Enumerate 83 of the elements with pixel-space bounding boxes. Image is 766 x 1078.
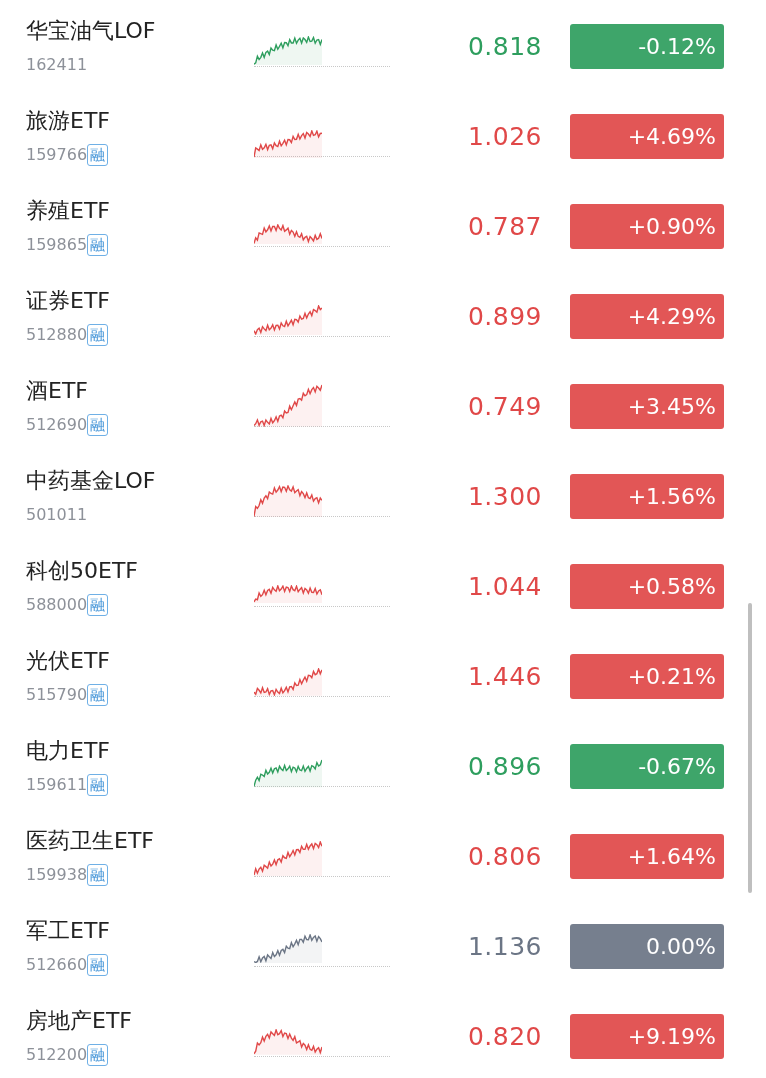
margin-tag: 融: [87, 954, 109, 976]
fund-name: 旅游ETF: [26, 107, 111, 135]
price-text: 1.026: [466, 122, 542, 151]
change-tag: +4.29%: [570, 294, 724, 339]
fund-name: 医药卫生ETF: [26, 827, 155, 855]
fund-code: 588000: [26, 594, 88, 616]
fund-row[interactable]: 中药基金LOF 501011 1.300 +1.56%: [0, 450, 766, 540]
sparkline-chart: [254, 484, 322, 518]
fund-name: 光伏ETF: [26, 647, 111, 675]
fund-name: 证券ETF: [26, 287, 111, 315]
fund-code: 501011: [26, 504, 88, 526]
fund-row[interactable]: 证券ETF 512880 融 0.899 +4.29%: [0, 270, 766, 360]
price-text: 1.446: [466, 662, 542, 691]
change-tag: -0.12%: [570, 24, 724, 69]
sparkline-chart: [254, 841, 322, 877]
fund-code: 159766: [26, 144, 88, 166]
sparkline-chart: [254, 1028, 322, 1055]
sparkline-chart: [254, 933, 322, 964]
sparkline-chart: [254, 305, 322, 336]
fund-row[interactable]: 医药卫生ETF 159938 融 0.806 +1.64%: [0, 810, 766, 900]
price-text: 0.787: [466, 212, 542, 241]
fund-code: 512200: [26, 1044, 88, 1066]
fund-name: 房地产ETF: [26, 1007, 133, 1035]
fund-code: 162411: [26, 54, 88, 76]
change-tag: +4.69%: [570, 114, 724, 159]
fund-row[interactable]: 军工ETF 512660 融 1.136 0.00%: [0, 900, 766, 990]
change-tag: +0.90%: [570, 204, 724, 249]
change-tag: -0.67%: [570, 744, 724, 789]
margin-tag: 融: [87, 864, 109, 886]
sparkline-chart: [254, 384, 322, 427]
fund-code: 159938: [26, 864, 88, 886]
fund-code: 159865: [26, 234, 88, 256]
fund-code: 512690: [26, 414, 88, 436]
margin-tag: 融: [87, 774, 109, 796]
price-text: 0.896: [466, 752, 542, 781]
price-text: 0.818: [466, 32, 542, 61]
fund-row[interactable]: 华宝油气LOF 162411 0.818 -0.12%: [0, 0, 766, 90]
fund-name: 军工ETF: [26, 917, 111, 945]
fund-row[interactable]: 养殖ETF 159865 融 0.787 +0.90%: [0, 180, 766, 270]
change-tag: 0.00%: [570, 924, 724, 969]
margin-tag: 融: [87, 144, 109, 166]
fund-name: 中药基金LOF: [26, 467, 157, 495]
scrollbar[interactable]: [748, 603, 752, 893]
fund-row[interactable]: 旅游ETF 159766 融 1.026 +4.69%: [0, 90, 766, 180]
price-text: 1.300: [466, 482, 542, 511]
sparkline-chart: [254, 129, 322, 158]
change-tag: +0.21%: [570, 654, 724, 699]
sparkline-chart: [254, 223, 322, 245]
fund-name: 电力ETF: [26, 737, 111, 765]
fund-row[interactable]: 光伏ETF 515790 融 1.446 +0.21%: [0, 630, 766, 720]
change-tag: +9.19%: [570, 1014, 724, 1059]
change-tag: +1.56%: [570, 474, 724, 519]
fund-name: 养殖ETF: [26, 197, 111, 225]
fund-row[interactable]: 电力ETF 159611 融 0.896 -0.67%: [0, 720, 766, 810]
margin-tag: 融: [87, 414, 109, 436]
fund-code: 512880: [26, 324, 88, 346]
change-tag: +3.45%: [570, 384, 724, 429]
sparkline-chart: [254, 759, 322, 788]
change-tag: +1.64%: [570, 834, 724, 879]
fund-row[interactable]: 科创50ETF 588000 融 1.044 +0.58%: [0, 540, 766, 630]
margin-tag: 融: [87, 684, 109, 706]
price-text: 0.820: [466, 1022, 542, 1051]
fund-code: 515790: [26, 684, 88, 706]
fund-name: 酒ETF: [26, 377, 89, 405]
price-text: 0.806: [466, 842, 542, 871]
fund-row[interactable]: 酒ETF 512690 融 0.749 +3.45%: [0, 360, 766, 450]
price-text: 1.136: [466, 932, 542, 961]
fund-code: 512660: [26, 954, 88, 976]
margin-tag: 融: [87, 234, 109, 256]
sparkline-chart: [254, 35, 322, 65]
price-text: 0.749: [466, 392, 542, 421]
margin-tag: 融: [87, 594, 109, 616]
price-text: 0.899: [466, 302, 542, 331]
sparkline-chart: [254, 668, 322, 696]
fund-name: 科创50ETF: [26, 557, 139, 585]
fund-code: 159611: [26, 774, 88, 796]
change-tag: +0.58%: [570, 564, 724, 609]
sparkline-chart: [254, 584, 322, 603]
margin-tag: 融: [87, 1044, 109, 1066]
fund-row[interactable]: 房地产ETF 512200 融 0.820 +9.19%: [0, 990, 766, 1078]
margin-tag: 融: [87, 324, 109, 346]
fund-name: 华宝油气LOF: [26, 17, 157, 45]
price-text: 1.044: [466, 572, 542, 601]
